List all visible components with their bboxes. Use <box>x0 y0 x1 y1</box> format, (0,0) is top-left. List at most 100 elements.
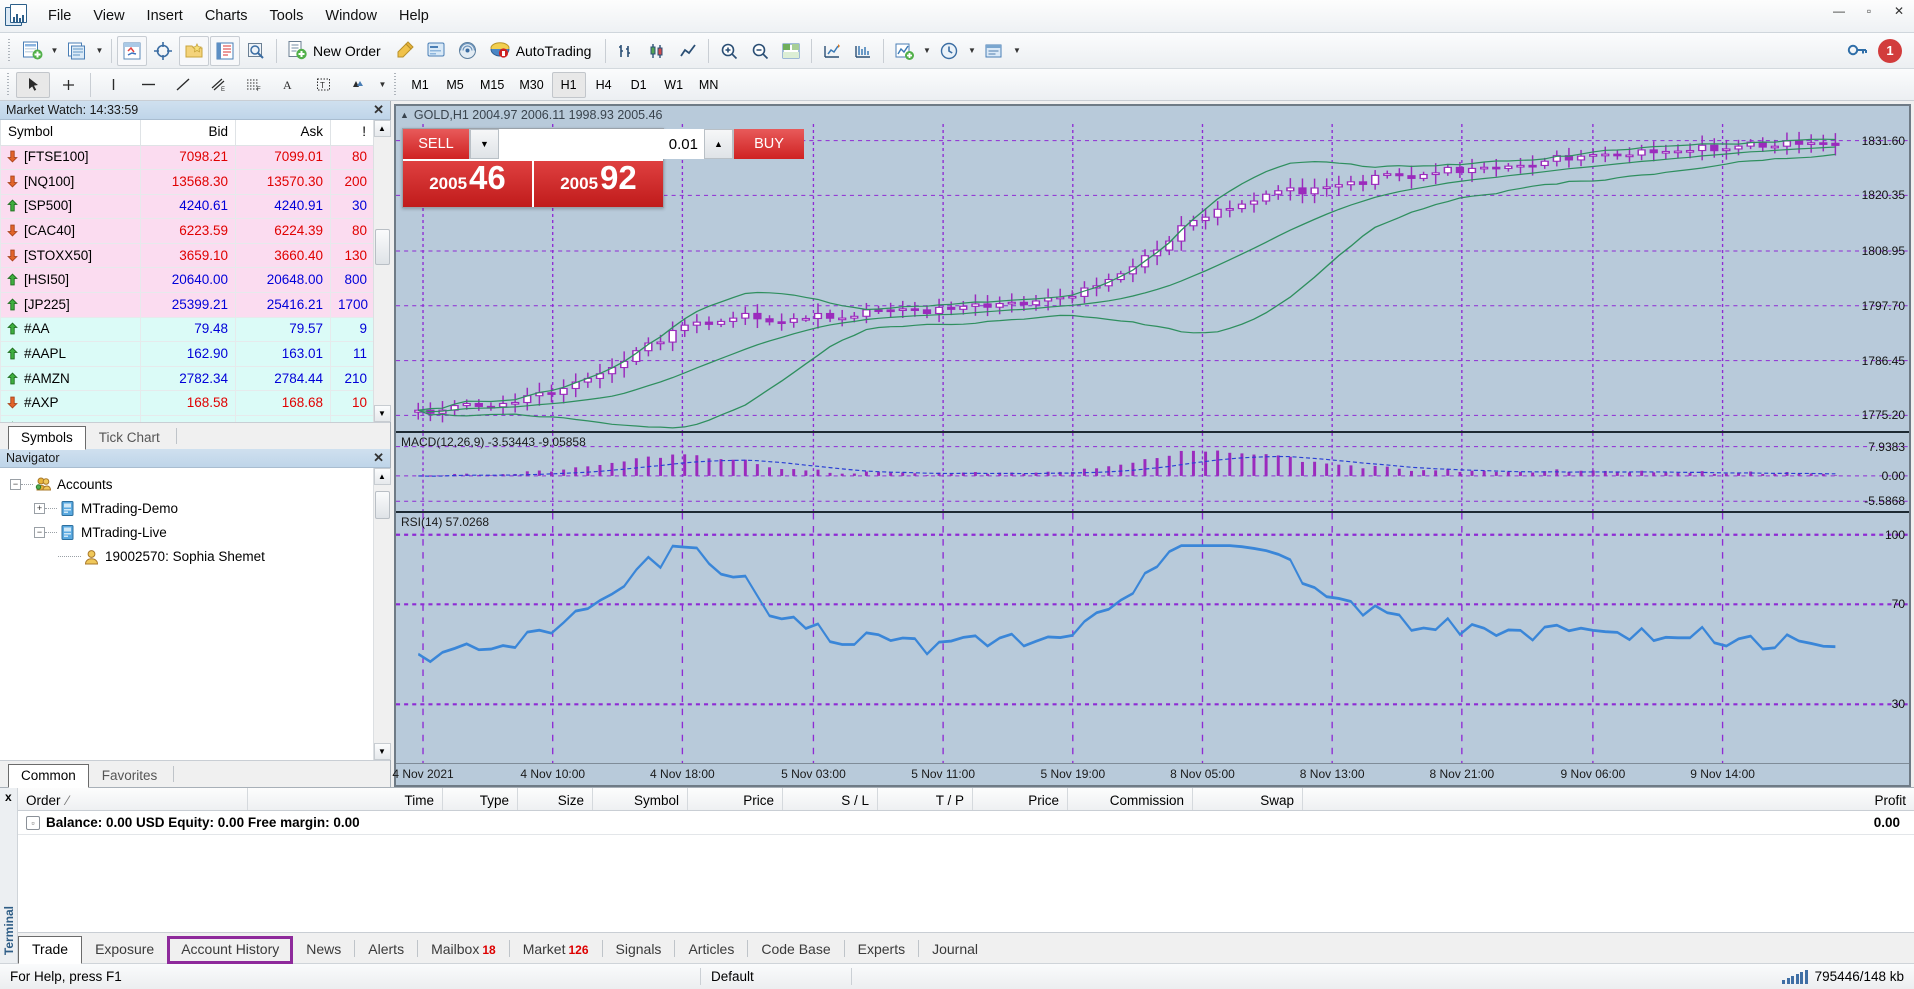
indicators-dropdown-icon[interactable]: ▼ <box>920 36 933 66</box>
chart-window[interactable]: ▲ GOLD,H1 2004.97 2006.11 1998.93 2005.4… <box>392 104 1911 787</box>
search-key-icon[interactable] <box>1842 36 1872 66</box>
tree-node[interactable]: − Accounts <box>0 472 373 496</box>
crosshair-tool-button[interactable] <box>51 72 85 98</box>
table-row[interactable]: [STOXX50] 3659.10 3660.40 130 <box>0 242 373 269</box>
column-bid[interactable]: Bid <box>140 120 236 146</box>
menu-window[interactable]: Window <box>314 4 388 28</box>
terminal-tab-journal[interactable]: Journal <box>919 937 991 963</box>
market-watch-button[interactable] <box>117 35 147 66</box>
terminal-tab-code-base[interactable]: Code Base <box>748 937 843 963</box>
sell-button[interactable]: SELL <box>403 129 469 159</box>
terminal-column-order[interactable]: Order ⁄ <box>18 788 248 810</box>
terminal-column-commission[interactable]: Commission <box>1068 788 1193 810</box>
timeframe-d1[interactable]: D1 <box>622 72 656 98</box>
navigator-close-icon[interactable]: ✕ <box>373 450 384 466</box>
horizontal-line-tool-button[interactable] <box>131 72 165 98</box>
fibonacci-tool-button[interactable]: F <box>236 72 270 98</box>
market-watch-scrollbar[interactable]: ▲ ▼ <box>373 120 391 422</box>
column-symbol[interactable]: Symbol <box>0 120 141 146</box>
timeframe-w1[interactable]: W1 <box>657 72 691 98</box>
autotrading-button[interactable]: AutoTrading <box>484 36 601 66</box>
menu-insert[interactable]: Insert <box>136 4 194 28</box>
terminal-column-price[interactable]: Price <box>688 788 783 810</box>
bar-chart-button[interactable] <box>611 36 641 66</box>
market-watch-close-icon[interactable]: ✕ <box>373 102 384 118</box>
new-chart-dropdown-icon[interactable]: ▼ <box>48 36 61 66</box>
timeframe-m1[interactable]: M1 <box>403 72 437 98</box>
column-spread[interactable]: ! <box>330 120 373 146</box>
tree-expander[interactable]: − <box>10 478 21 490</box>
cursor-tool-button[interactable] <box>16 71 50 98</box>
terminal-column-size[interactable]: Size <box>518 788 593 810</box>
macd-pane[interactable]: MACD(12,26,9) -3.53443 -9.05858 7.9383 0.… <box>396 431 1909 511</box>
table-row[interactable]: [JP225] 25399.21 25416.21 1700 <box>0 292 373 318</box>
terminal-tab-trade[interactable]: Trade <box>18 936 83 964</box>
terminal-button[interactable] <box>210 35 240 66</box>
terminal-column-swap[interactable]: Swap <box>1193 788 1303 810</box>
terminal-column-time[interactable]: Time <box>248 788 443 810</box>
menu-file[interactable]: File <box>37 4 82 28</box>
terminal-tab-market[interactable]: Market 126 <box>510 937 602 963</box>
tree-node[interactable]: 19002570: Sophia Shemet <box>0 544 373 568</box>
vps-button[interactable] <box>453 36 483 66</box>
buy-button[interactable]: BUY <box>734 129 804 159</box>
scroll-down-icon[interactable]: ▼ <box>373 405 391 422</box>
period-dropdown-icon[interactable]: ▼ <box>965 36 978 66</box>
table-row[interactable]: [FTSE100] 7098.21 7099.01 80 <box>0 144 373 171</box>
arrows-dropdown-icon[interactable]: ▼ <box>376 70 389 100</box>
terminal-tab-mailbox[interactable]: Mailbox 18 <box>418 937 509 963</box>
volume-increase-icon[interactable]: ▲ <box>704 129 733 159</box>
tab-favorites[interactable]: Favorites <box>89 764 171 788</box>
minimize-button[interactable]: — <box>1824 0 1854 22</box>
timeframe-grip[interactable] <box>393 72 399 97</box>
auto-scroll-button[interactable] <box>848 36 878 66</box>
scroll-up-icon[interactable]: ▲ <box>373 120 391 137</box>
templates-dropdown-icon[interactable]: ▼ <box>1010 36 1023 66</box>
timeframe-mn[interactable]: MN <box>692 72 726 98</box>
profiles-dropdown-icon[interactable]: ▼ <box>93 36 106 66</box>
terminal-tab-signals[interactable]: Signals <box>603 937 675 963</box>
rsi-pane[interactable]: RSI(14) 57.0268 100 70 30 <box>396 511 1909 763</box>
summary-expand-icon[interactable]: ▫ <box>26 815 40 830</box>
scroll-track[interactable] <box>373 137 391 405</box>
table-row[interactable]: [HSI50] 20640.00 20648.00 800 <box>0 267 373 294</box>
terminal-column-price[interactable]: Price <box>973 788 1068 810</box>
text-label-tool-button[interactable]: T <box>306 72 340 98</box>
terminal-column-symbol[interactable]: Symbol <box>593 788 688 810</box>
table-row[interactable]: [CAC40] 6223.59 6224.39 80 <box>0 218 373 244</box>
tree-node[interactable]: − MTrading-Live <box>0 520 373 544</box>
equidistant-channel-tool-button[interactable]: E <box>201 72 235 98</box>
nav-scroll-up-icon[interactable]: ▲ <box>373 468 391 485</box>
timeframe-h1[interactable]: H1 <box>551 71 586 98</box>
toolbar-grip[interactable] <box>7 38 13 63</box>
column-ask[interactable]: Ask <box>235 120 331 146</box>
terminal-tab-articles[interactable]: Articles <box>675 937 747 963</box>
tab-tick-chart[interactable]: Tick Chart <box>86 426 173 450</box>
line-chart-button[interactable] <box>673 36 703 66</box>
terminal-column-s-l[interactable]: S / L <box>783 788 878 810</box>
terminal-tab-exposure[interactable]: Exposure <box>82 937 167 963</box>
menu-view[interactable]: View <box>82 4 135 28</box>
tile-windows-button[interactable] <box>776 36 806 66</box>
tab-common[interactable]: Common <box>8 764 89 788</box>
metaeditor-button[interactable] <box>391 36 421 66</box>
tree-expander[interactable]: − <box>34 526 45 538</box>
shift-chart-button[interactable] <box>817 36 847 66</box>
timeframe-h4[interactable]: H4 <box>587 72 621 98</box>
arrows-tool-button[interactable] <box>341 72 375 98</box>
terminal-close-icon[interactable]: x <box>5 790 12 804</box>
navigator-button[interactable] <box>179 35 209 66</box>
crosshair-button[interactable] <box>148 36 178 66</box>
tree-node[interactable]: + MTrading-Demo <box>0 496 373 520</box>
status-profile[interactable]: Default <box>701 964 851 989</box>
table-row[interactable]: #AXP 168.58 168.68 10 <box>0 390 373 417</box>
menu-charts[interactable]: Charts <box>194 4 259 28</box>
nav-scroll-track[interactable] <box>373 485 391 743</box>
zoom-in-button[interactable] <box>714 36 744 66</box>
terminal-tab-experts[interactable]: Experts <box>845 937 918 963</box>
trendline-tool-button[interactable] <box>166 72 200 98</box>
terminal-tab-alerts[interactable]: Alerts <box>355 937 417 963</box>
menu-help[interactable]: Help <box>388 4 440 28</box>
line-studies-grip[interactable] <box>6 72 12 97</box>
strategy-tester-button[interactable] <box>241 36 271 66</box>
